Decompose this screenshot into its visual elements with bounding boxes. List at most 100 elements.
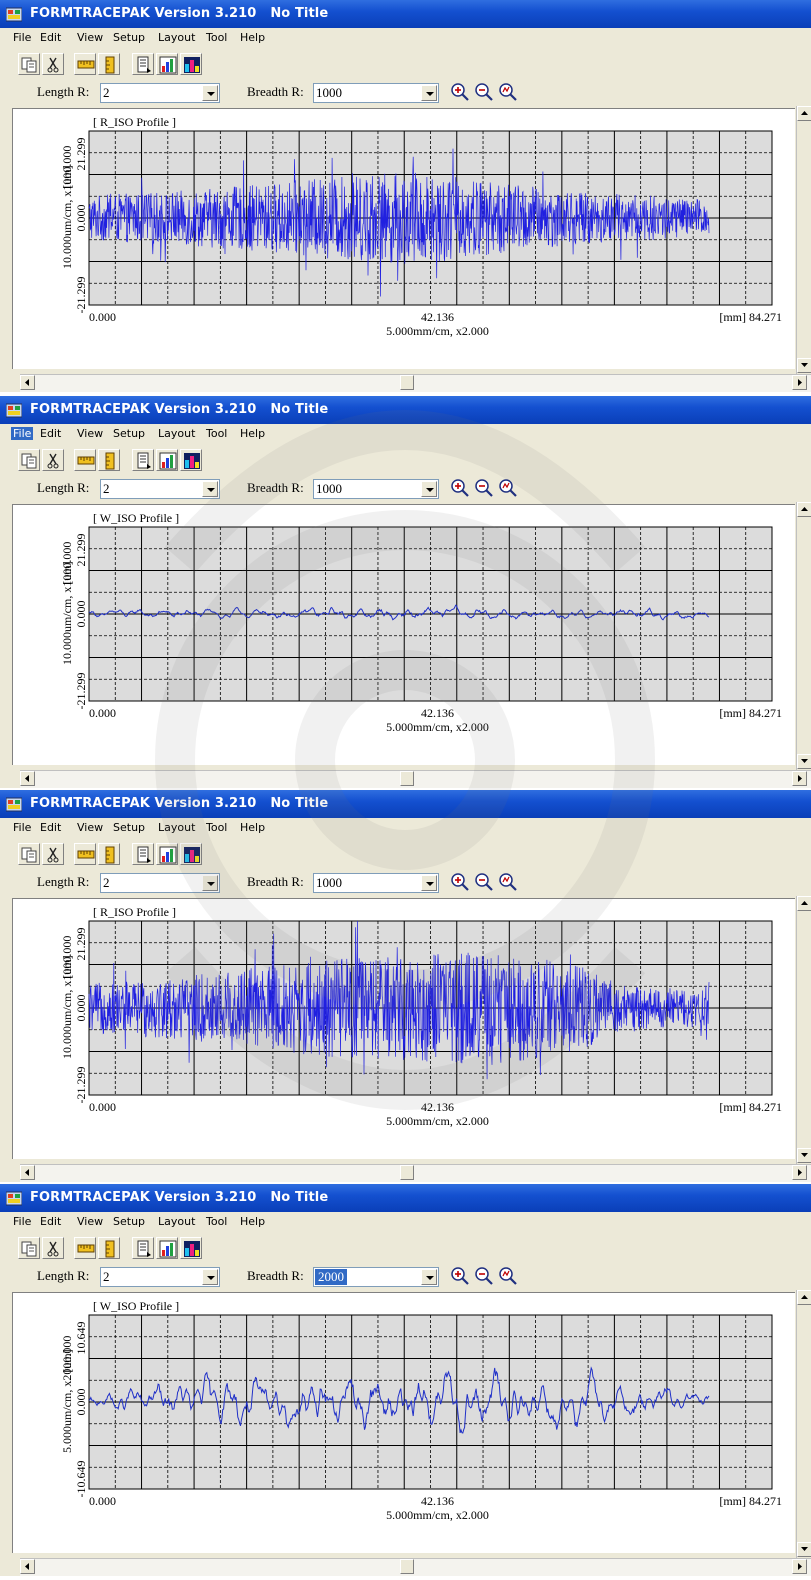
title-bar[interactable]: FORMTRACEPAK Version 3.210 No Title [0,1184,811,1212]
scroll-right-button[interactable] [792,1559,807,1574]
menu-edit[interactable]: Edit [40,31,61,44]
menu-view[interactable]: View [77,31,103,44]
copy-button[interactable] [18,449,40,471]
ruler-button[interactable] [74,1237,96,1259]
copy-button[interactable] [18,843,40,865]
menu-layout[interactable]: Layout [158,427,195,440]
zoom-out-button[interactable] [474,478,494,498]
menu-help[interactable]: Help [240,1215,265,1228]
horizontal-scrollbar[interactable] [20,1164,811,1182]
chevron-down-icon[interactable] [202,875,218,891]
menu-tool[interactable]: Tool [206,1215,227,1228]
scroll-right-button[interactable] [792,771,807,786]
scroll-thumb[interactable] [400,375,414,390]
scroll-left-button[interactable] [20,771,35,786]
column-button[interactable] [98,53,120,75]
chevron-down-icon[interactable] [421,875,437,891]
zoom-out-button[interactable] [474,872,494,892]
chevron-down-icon[interactable] [202,481,218,497]
menu-view[interactable]: View [77,427,103,440]
breadth-r-select[interactable]: 1000 [313,479,439,499]
chevron-down-icon[interactable] [421,85,437,101]
menu-help[interactable]: Help [240,821,265,834]
horizontal-scrollbar[interactable] [20,374,811,392]
colorbars-button[interactable] [180,843,202,865]
vertical-scrollbar[interactable] [796,106,811,374]
cut-button[interactable] [42,449,64,471]
title-bar[interactable]: FORMTRACEPAK Version 3.210 No Title [0,0,811,28]
list-button[interactable] [132,449,154,471]
title-bar[interactable]: FORMTRACEPAK Version 3.210 No Title [0,396,811,424]
scroll-left-button[interactable] [20,1165,35,1180]
zoom-in-button[interactable] [450,872,470,892]
scroll-left-button[interactable] [20,1559,35,1574]
length-r-select[interactable]: 2 [100,1267,220,1287]
colorbars-button[interactable] [180,1237,202,1259]
scroll-down-button[interactable] [797,358,811,373]
scroll-down-button[interactable] [797,1542,811,1557]
vertical-scrollbar[interactable] [796,896,811,1164]
menu-tool[interactable]: Tool [206,821,227,834]
breadth-r-select[interactable]: 1000 [313,83,439,103]
list-button[interactable] [132,843,154,865]
ruler-button[interactable] [74,843,96,865]
colorbars-button[interactable] [180,449,202,471]
length-r-select[interactable]: 2 [100,479,220,499]
scroll-thumb[interactable] [400,1559,414,1574]
scroll-thumb[interactable] [400,771,414,786]
menu-help[interactable]: Help [240,427,265,440]
chart-button[interactable] [156,843,178,865]
zoom-in-button[interactable] [450,82,470,102]
length-r-select[interactable]: 2 [100,873,220,893]
menu-edit[interactable]: Edit [40,1215,61,1228]
cut-button[interactable] [42,53,64,75]
menu-edit[interactable]: Edit [40,427,61,440]
chart-button[interactable] [156,53,178,75]
scroll-up-button[interactable] [797,106,811,121]
menu-view[interactable]: View [77,1215,103,1228]
profile-graph-area[interactable]: [ W_ISO Profile ] 0.000 42.136 [mm] 84.271 5… [12,504,795,765]
zoom-out-button[interactable] [474,82,494,102]
vertical-scrollbar[interactable] [796,502,811,770]
cut-button[interactable] [42,1237,64,1259]
scroll-right-button[interactable] [792,375,807,390]
horizontal-scrollbar[interactable] [20,1558,811,1576]
copy-button[interactable] [18,1237,40,1259]
menu-help[interactable]: Help [240,31,265,44]
colorbars-button[interactable] [180,53,202,75]
menu-tool[interactable]: Tool [206,427,227,440]
zoom-fit-button[interactable] [498,1266,518,1286]
menu-file[interactable]: File [13,1215,31,1228]
zoom-in-button[interactable] [450,1266,470,1286]
menu-file[interactable]: File [13,31,31,44]
scroll-right-button[interactable] [792,1165,807,1180]
menu-layout[interactable]: Layout [158,1215,195,1228]
scroll-up-button[interactable] [797,1290,811,1305]
menu-setup[interactable]: Setup [113,427,145,440]
chart-button[interactable] [156,449,178,471]
profile-graph-area[interactable]: [ W_ISO Profile ] 0.000 42.136 [mm] 84.271 5… [12,1292,795,1553]
zoom-out-button[interactable] [474,1266,494,1286]
scroll-left-button[interactable] [20,375,35,390]
length-r-select[interactable]: 2 [100,83,220,103]
breadth-r-select[interactable]: 1000 [313,873,439,893]
profile-graph-area[interactable]: [ R_ISO Profile ] 0.000 42.136 [mm] 84.271 5… [12,898,795,1159]
chevron-down-icon[interactable] [202,85,218,101]
menu-setup[interactable]: Setup [113,1215,145,1228]
menu-edit[interactable]: Edit [40,821,61,834]
copy-button[interactable] [18,53,40,75]
scroll-up-button[interactable] [797,502,811,517]
chevron-down-icon[interactable] [421,481,437,497]
scroll-thumb[interactable] [400,1165,414,1180]
chevron-down-icon[interactable] [421,1269,437,1285]
menu-layout[interactable]: Layout [158,31,195,44]
menu-setup[interactable]: Setup [113,31,145,44]
vertical-scrollbar[interactable] [796,1290,811,1558]
menu-view[interactable]: View [77,821,103,834]
zoom-fit-button[interactable] [498,82,518,102]
zoom-in-button[interactable] [450,478,470,498]
menu-file[interactable]: File [11,427,34,440]
ruler-button[interactable] [74,449,96,471]
menu-file[interactable]: File [13,821,31,834]
column-button[interactable] [98,843,120,865]
